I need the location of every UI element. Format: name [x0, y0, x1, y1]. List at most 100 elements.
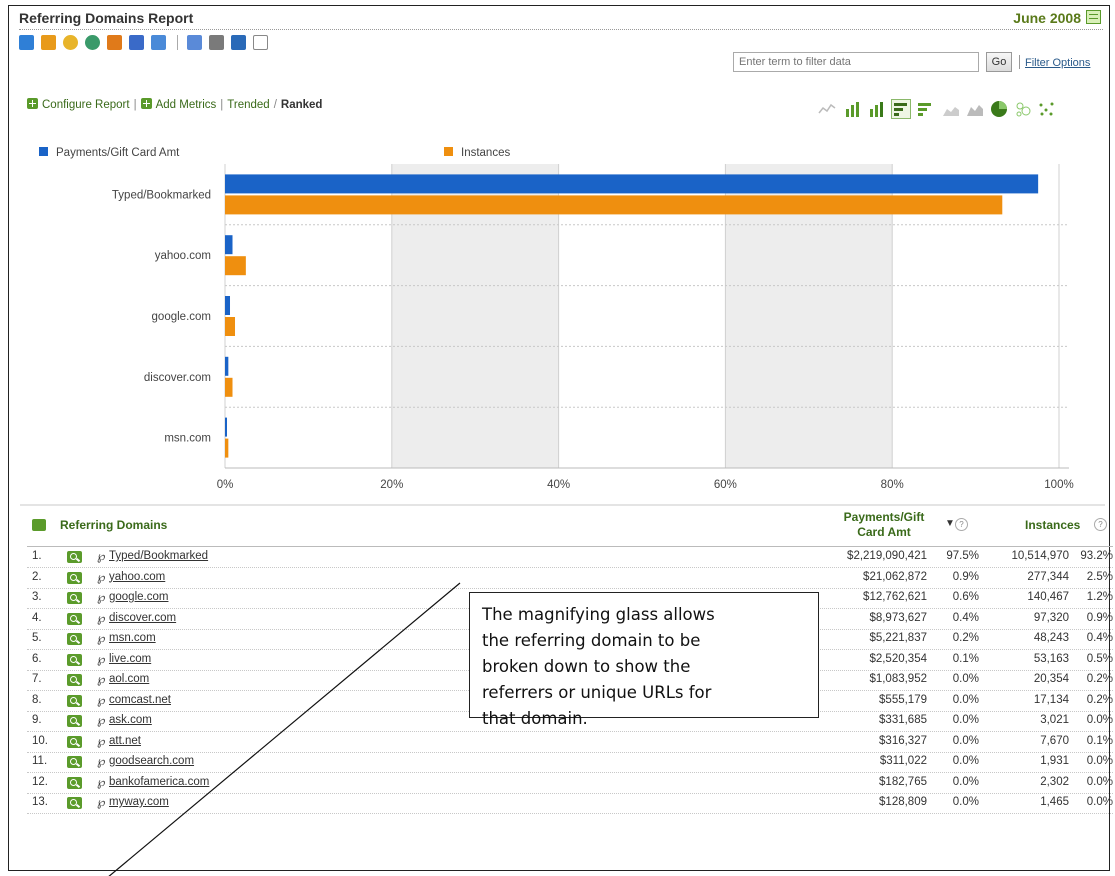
table-row[interactable]: 12. ℘ bankofamerica.com $182,765 0.0% 2,302 0.… [27, 773, 1113, 794]
help-icon[interactable]: ? [955, 518, 968, 531]
category-label: Typed/Bookmarked [112, 189, 211, 201]
domain-link[interactable]: att.net [109, 735, 141, 747]
domain-link[interactable]: myway.com [109, 796, 169, 808]
bar [225, 417, 227, 437]
magnifier-icon[interactable] [67, 653, 82, 666]
instances-value: 277,344 [1027, 570, 1069, 583]
magnifier-icon[interactable] [67, 715, 82, 727]
row-rank: 3. [32, 591, 42, 603]
magnifier-icon[interactable] [67, 592, 82, 604]
magnifier-icon[interactable] [67, 756, 82, 768]
magnifier-icon[interactable] [67, 674, 82, 686]
bar [225, 377, 233, 397]
row-rank: 7. [32, 673, 42, 685]
pin-icon[interactable]: ℘ [97, 590, 105, 604]
payments-value: $2,219,090,421 [847, 550, 927, 562]
filter-input[interactable] [733, 52, 979, 72]
breakdown-icon[interactable] [32, 519, 46, 531]
pin-icon[interactable]: ℘ [97, 734, 105, 748]
pin-icon[interactable]: ℘ [97, 631, 105, 645]
domain-link[interactable]: comcast.net [109, 694, 171, 706]
row-rank: 10. [32, 734, 48, 747]
bar [225, 317, 236, 336]
pin-icon[interactable]: ℘ [97, 713, 105, 727]
payments-value: $128,809 [879, 796, 927, 808]
x-tick-label: 40% [547, 479, 570, 491]
bar [225, 356, 229, 376]
sort-desc-icon[interactable]: ▼ [945, 518, 955, 529]
instances-percent: 0.0% [1086, 714, 1113, 726]
annotation-callout: The magnifying glass allows the referrin… [469, 592, 819, 728]
legend-swatch [39, 147, 48, 156]
payments-percent: 97.5% [946, 550, 979, 562]
instances-percent: 0.2% [1086, 693, 1113, 706]
domain-link[interactable]: google.com [109, 591, 168, 603]
payments-value: $1,083,952 [869, 673, 927, 685]
pin-icon[interactable]: ℘ [97, 775, 105, 789]
x-tick-label: 60% [714, 479, 737, 491]
instances-value: 3,021 [1040, 714, 1069, 726]
pin-icon[interactable]: ℘ [97, 693, 105, 707]
domain-link[interactable]: ask.com [109, 714, 152, 726]
instances-percent: 0.1% [1086, 734, 1113, 747]
go-button[interactable]: Go [986, 52, 1012, 72]
table-row[interactable]: 2. ℘ yahoo.com $21,062,872 0.9% 277,344 2.5% [27, 568, 1113, 589]
magnifier-icon[interactable] [67, 694, 82, 707]
magnifier-icon[interactable] [67, 612, 82, 625]
row-rank: 13. [32, 796, 48, 808]
magnifier-icon[interactable] [67, 633, 82, 645]
help-icon[interactable]: ? [1094, 518, 1107, 531]
domain-link[interactable]: discover.com [109, 612, 176, 624]
pin-icon[interactable]: ℘ [97, 570, 105, 584]
domain-link[interactable]: msn.com [109, 632, 156, 644]
instances-value: 1,465 [1040, 796, 1069, 808]
row-rank: 6. [32, 652, 42, 665]
callout-line: referrers or unique URLs for [482, 683, 712, 702]
domain-link[interactable]: goodsearch.com [109, 755, 194, 767]
domain-link[interactable]: Typed/Bookmarked [109, 550, 208, 562]
table-row[interactable]: 11. ℘ goodsearch.com $311,022 0.0% 1,931 0.0% [27, 752, 1113, 773]
domain-link[interactable]: bankofamerica.com [109, 776, 209, 788]
filter-options-link[interactable]: Filter Options [1025, 57, 1090, 69]
ranked-bar-chart: Payments/Gift Card Amt Instances Typed/Boo… [39, 147, 1074, 491]
pin-icon[interactable]: ℘ [97, 795, 105, 809]
column-header-domains[interactable]: Referring Domains [60, 518, 167, 532]
payments-value: $316,327 [879, 734, 927, 747]
payments-percent: 0.6% [952, 591, 979, 603]
pin-icon[interactable]: ℘ [97, 549, 105, 563]
magnifier-icon[interactable] [67, 797, 82, 809]
magnifier-icon[interactable] [67, 776, 82, 789]
instances-value: 7,670 [1040, 734, 1069, 747]
column-header-payments[interactable]: Payments/Gift Card Amt [835, 510, 933, 540]
table-row[interactable]: 1. ℘ Typed/Bookmarked $2,219,090,421 97.5% 10… [27, 547, 1113, 568]
domain-link[interactable]: yahoo.com [109, 571, 165, 583]
domain-link[interactable]: live.com [109, 653, 151, 665]
instances-value: 17,134 [1033, 693, 1069, 706]
pin-icon[interactable]: ℘ [97, 672, 105, 686]
payments-percent: 0.0% [952, 693, 979, 706]
bar [225, 296, 231, 315]
magnifier-icon[interactable] [67, 571, 82, 584]
instances-percent: 0.4% [1086, 632, 1113, 644]
table-row[interactable]: 13. ℘ myway.com $128,809 0.0% 1,465 0.0% [27, 793, 1113, 814]
pin-icon[interactable]: ℘ [97, 611, 105, 625]
filter-divider [1019, 55, 1020, 69]
row-rank: 4. [32, 611, 42, 624]
payments-percent: 0.9% [952, 570, 979, 583]
instances-percent: 0.0% [1086, 796, 1113, 808]
pin-icon[interactable]: ℘ [97, 652, 105, 666]
payments-value: $182,765 [879, 775, 927, 788]
magnifier-icon[interactable] [67, 735, 82, 748]
category-label: google.com [152, 311, 211, 323]
table-row[interactable]: 10. ℘ att.net $316,327 0.0% 7,670 0.1% [27, 732, 1113, 753]
magnifier-icon[interactable] [67, 551, 82, 563]
report-frame: Referring Domains Report June 2008 Confi… [8, 5, 1113, 876]
pin-icon[interactable]: ℘ [97, 754, 105, 768]
payments-percent: 0.2% [952, 632, 979, 644]
instances-value: 10,514,970 [1011, 550, 1069, 562]
instances-value: 140,467 [1027, 591, 1069, 603]
bar [225, 438, 229, 458]
domain-link[interactable]: aol.com [109, 673, 149, 685]
column-header-instances[interactable]: Instances [1025, 518, 1080, 532]
row-rank: 11. [32, 755, 48, 767]
